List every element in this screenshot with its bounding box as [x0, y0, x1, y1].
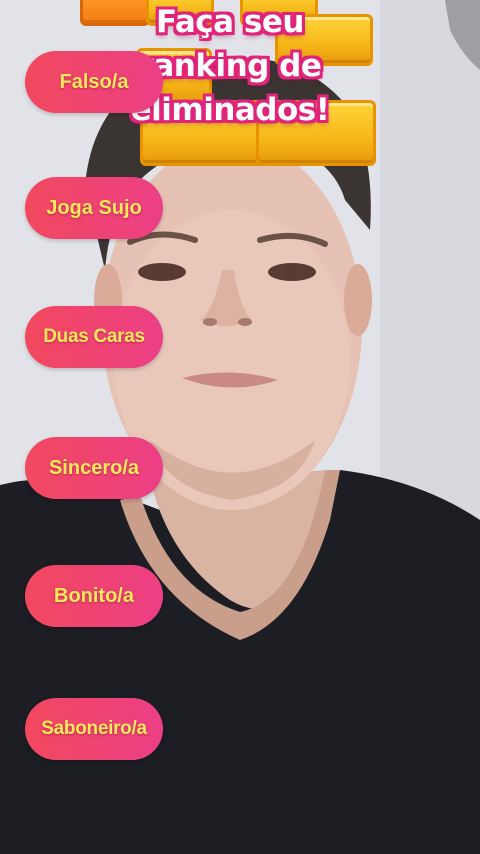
category-label: Falso/a — [59, 70, 129, 93]
camera-filter-screen: Faça seu ranking de eliminados! Falso/a … — [0, 0, 480, 854]
category-pill-duas-caras[interactable]: Duas Caras — [25, 306, 163, 368]
category-pill-falso[interactable]: Falso/a — [25, 51, 163, 113]
category-pill-saboneiro[interactable]: Saboneiro/a — [25, 698, 163, 760]
category-label: Joga Sujo — [46, 196, 142, 219]
category-pill-joga-sujo[interactable]: Joga Sujo — [25, 177, 163, 239]
category-label: Duas Caras — [43, 326, 145, 347]
category-label: Saboneiro/a — [41, 718, 147, 739]
category-list: Falso/a Joga Sujo Duas Caras Sincero/a B… — [25, 0, 165, 854]
category-label: Sincero/a — [48, 456, 140, 479]
category-pill-sincero[interactable]: Sincero/a — [25, 437, 163, 499]
category-label: Bonito/a — [54, 584, 134, 607]
category-pill-bonito[interactable]: Bonito/a — [25, 565, 163, 627]
